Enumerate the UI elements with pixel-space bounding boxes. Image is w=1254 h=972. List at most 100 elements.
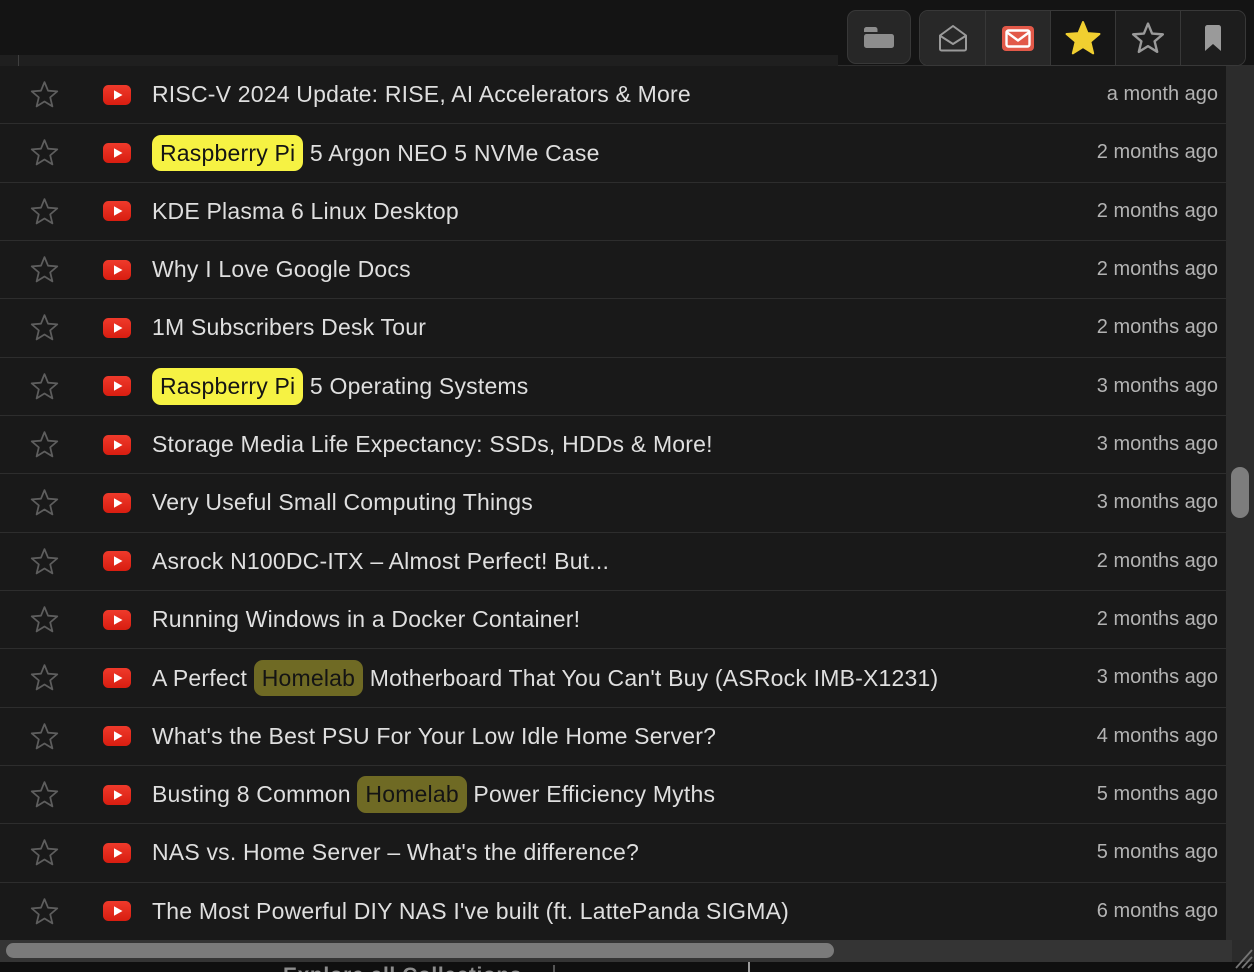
star-outline-icon bbox=[29, 604, 60, 635]
youtube-icon bbox=[103, 201, 131, 221]
feed-list: RISC-V 2024 Update: RISE, AI Accelerator… bbox=[0, 66, 1226, 940]
star-toggle-button[interactable] bbox=[0, 429, 88, 460]
item-timestamp: a month ago bbox=[1107, 83, 1218, 106]
star-toggle-button[interactable] bbox=[0, 137, 88, 168]
horizontal-scrollbar-thumb[interactable] bbox=[6, 943, 834, 958]
star-outline-icon bbox=[29, 254, 60, 285]
star-toggle-button[interactable] bbox=[0, 896, 88, 927]
star-toggle-button[interactable] bbox=[0, 79, 88, 110]
item-timestamp: 2 months ago bbox=[1097, 316, 1218, 339]
feed-item-row[interactable]: The Most Powerful DIY NAS I've built (ft… bbox=[0, 883, 1226, 940]
star-outline-icon bbox=[29, 662, 60, 693]
filter-mail-unread-button[interactable] bbox=[985, 11, 1050, 65]
clipped-divider bbox=[748, 962, 750, 972]
bookmark-icon bbox=[1202, 23, 1224, 53]
star-outline-icon bbox=[29, 196, 60, 227]
title-highlight: Homelab bbox=[254, 660, 363, 696]
feed-item-row[interactable]: Raspberry Pi 5 Operating Systems 3 month… bbox=[0, 358, 1226, 416]
collections-folder-button[interactable] bbox=[847, 10, 911, 64]
vertical-scrollbar-thumb[interactable] bbox=[1231, 467, 1249, 518]
clipped-page-content: Explore all Collections bbox=[0, 962, 1254, 972]
item-title: Storage Media Life Expectancy: SSDs, HDD… bbox=[152, 431, 713, 458]
app-window: RISC-V 2024 Update: RISE, AI Accelerator… bbox=[0, 0, 1254, 972]
feed-item-row[interactable]: Storage Media Life Expectancy: SSDs, HDD… bbox=[0, 416, 1226, 474]
clipped-link-text: Explore all Collections bbox=[283, 964, 522, 972]
item-timestamp: 5 months ago bbox=[1097, 783, 1218, 806]
item-title: Why I Love Google Docs bbox=[152, 256, 411, 283]
youtube-icon bbox=[103, 435, 131, 455]
title-text: KDE Plasma 6 Linux Desktop bbox=[152, 198, 459, 224]
item-title: Raspberry Pi 5 Operating Systems bbox=[152, 368, 529, 404]
feed-item-row[interactable]: Very Useful Small Computing Things 3 mon… bbox=[0, 474, 1226, 532]
clipped-divider bbox=[553, 965, 555, 972]
item-title: Raspberry Pi 5 Argon NEO 5 NVMe Case bbox=[152, 135, 600, 171]
toolbar-bar bbox=[0, 0, 1254, 66]
feed-item-row[interactable]: Raspberry Pi 5 Argon NEO 5 NVMe Case 2 m… bbox=[0, 124, 1226, 182]
feed-item-row[interactable]: KDE Plasma 6 Linux Desktop 2 months ago bbox=[0, 183, 1226, 241]
item-timestamp: 6 months ago bbox=[1097, 900, 1218, 923]
youtube-icon bbox=[103, 318, 131, 338]
feed-item-row[interactable]: Why I Love Google Docs 2 months ago bbox=[0, 241, 1226, 299]
item-title: 1M Subscribers Desk Tour bbox=[152, 314, 426, 341]
title-text: 5 Argon NEO 5 NVMe Case bbox=[303, 140, 599, 166]
youtube-icon bbox=[103, 843, 131, 863]
item-title: KDE Plasma 6 Linux Desktop bbox=[152, 198, 459, 225]
mail-filled-icon bbox=[1001, 25, 1035, 52]
star-outline-icon bbox=[29, 137, 60, 168]
list-header-edge bbox=[0, 55, 838, 66]
filter-mail-open-button[interactable] bbox=[920, 11, 985, 65]
star-toggle-button[interactable] bbox=[0, 721, 88, 752]
youtube-icon bbox=[103, 610, 131, 630]
youtube-icon bbox=[103, 376, 131, 396]
star-toggle-button[interactable] bbox=[0, 487, 88, 518]
title-text: Why I Love Google Docs bbox=[152, 256, 411, 282]
item-title: RISC-V 2024 Update: RISE, AI Accelerator… bbox=[152, 81, 691, 108]
title-text: The Most Powerful DIY NAS I've built (ft… bbox=[152, 898, 789, 924]
horizontal-scrollbar[interactable] bbox=[0, 940, 1254, 962]
filter-bookmarked-button[interactable] bbox=[1180, 11, 1245, 65]
youtube-icon bbox=[103, 726, 131, 746]
star-toggle-button[interactable] bbox=[0, 779, 88, 810]
item-timestamp: 4 months ago bbox=[1097, 725, 1218, 748]
star-toggle-button[interactable] bbox=[0, 196, 88, 227]
item-title: Busting 8 Common Homelab Power Efficienc… bbox=[152, 776, 715, 812]
item-title: NAS vs. Home Server – What's the differe… bbox=[152, 839, 639, 866]
feed-item-row[interactable]: NAS vs. Home Server – What's the differe… bbox=[0, 824, 1226, 882]
feed-item-row[interactable]: RISC-V 2024 Update: RISE, AI Accelerator… bbox=[0, 66, 1226, 124]
item-timestamp: 5 months ago bbox=[1097, 841, 1218, 864]
star-outline-icon bbox=[29, 721, 60, 752]
mail-open-icon bbox=[937, 23, 969, 53]
star-outline-icon bbox=[29, 546, 60, 577]
item-timestamp: 3 months ago bbox=[1097, 666, 1218, 689]
star-toggle-button[interactable] bbox=[0, 662, 88, 693]
item-timestamp: 2 months ago bbox=[1097, 141, 1218, 164]
filter-button-group bbox=[919, 10, 1246, 66]
youtube-icon bbox=[103, 260, 131, 280]
feed-item-row[interactable]: Running Windows in a Docker Container! 2… bbox=[0, 591, 1226, 649]
star-toggle-button[interactable] bbox=[0, 837, 88, 868]
feed-item-row[interactable]: Busting 8 Common Homelab Power Efficienc… bbox=[0, 766, 1226, 824]
feed-item-row[interactable]: Asrock N100DC-ITX – Almost Perfect! But.… bbox=[0, 533, 1226, 591]
youtube-icon bbox=[103, 901, 131, 921]
title-text: 5 Operating Systems bbox=[303, 373, 528, 399]
vertical-scrollbar[interactable] bbox=[1226, 66, 1254, 940]
filter-starred-button[interactable] bbox=[1050, 11, 1115, 65]
toolbar bbox=[847, 10, 1246, 66]
resize-grip[interactable] bbox=[1233, 946, 1253, 970]
star-outline-icon bbox=[29, 371, 60, 402]
star-toggle-button[interactable] bbox=[0, 371, 88, 402]
feed-item-row[interactable]: 1M Subscribers Desk Tour 2 months ago bbox=[0, 299, 1226, 357]
feed-item-row[interactable]: What's the Best PSU For Your Low Idle Ho… bbox=[0, 708, 1226, 766]
filter-unstarred-button[interactable] bbox=[1115, 11, 1180, 65]
star-toggle-button[interactable] bbox=[0, 604, 88, 635]
star-toggle-button[interactable] bbox=[0, 312, 88, 343]
youtube-icon bbox=[103, 85, 131, 105]
title-highlight: Homelab bbox=[357, 776, 466, 812]
item-timestamp: 2 months ago bbox=[1097, 258, 1218, 281]
star-toggle-button[interactable] bbox=[0, 254, 88, 285]
star-toggle-button[interactable] bbox=[0, 546, 88, 577]
item-title: Very Useful Small Computing Things bbox=[152, 489, 533, 516]
title-text: Power Efficiency Myths bbox=[467, 781, 715, 807]
title-text: Asrock N100DC-ITX – Almost Perfect! But.… bbox=[152, 548, 609, 574]
feed-item-row[interactable]: A Perfect Homelab Motherboard That You C… bbox=[0, 649, 1226, 707]
